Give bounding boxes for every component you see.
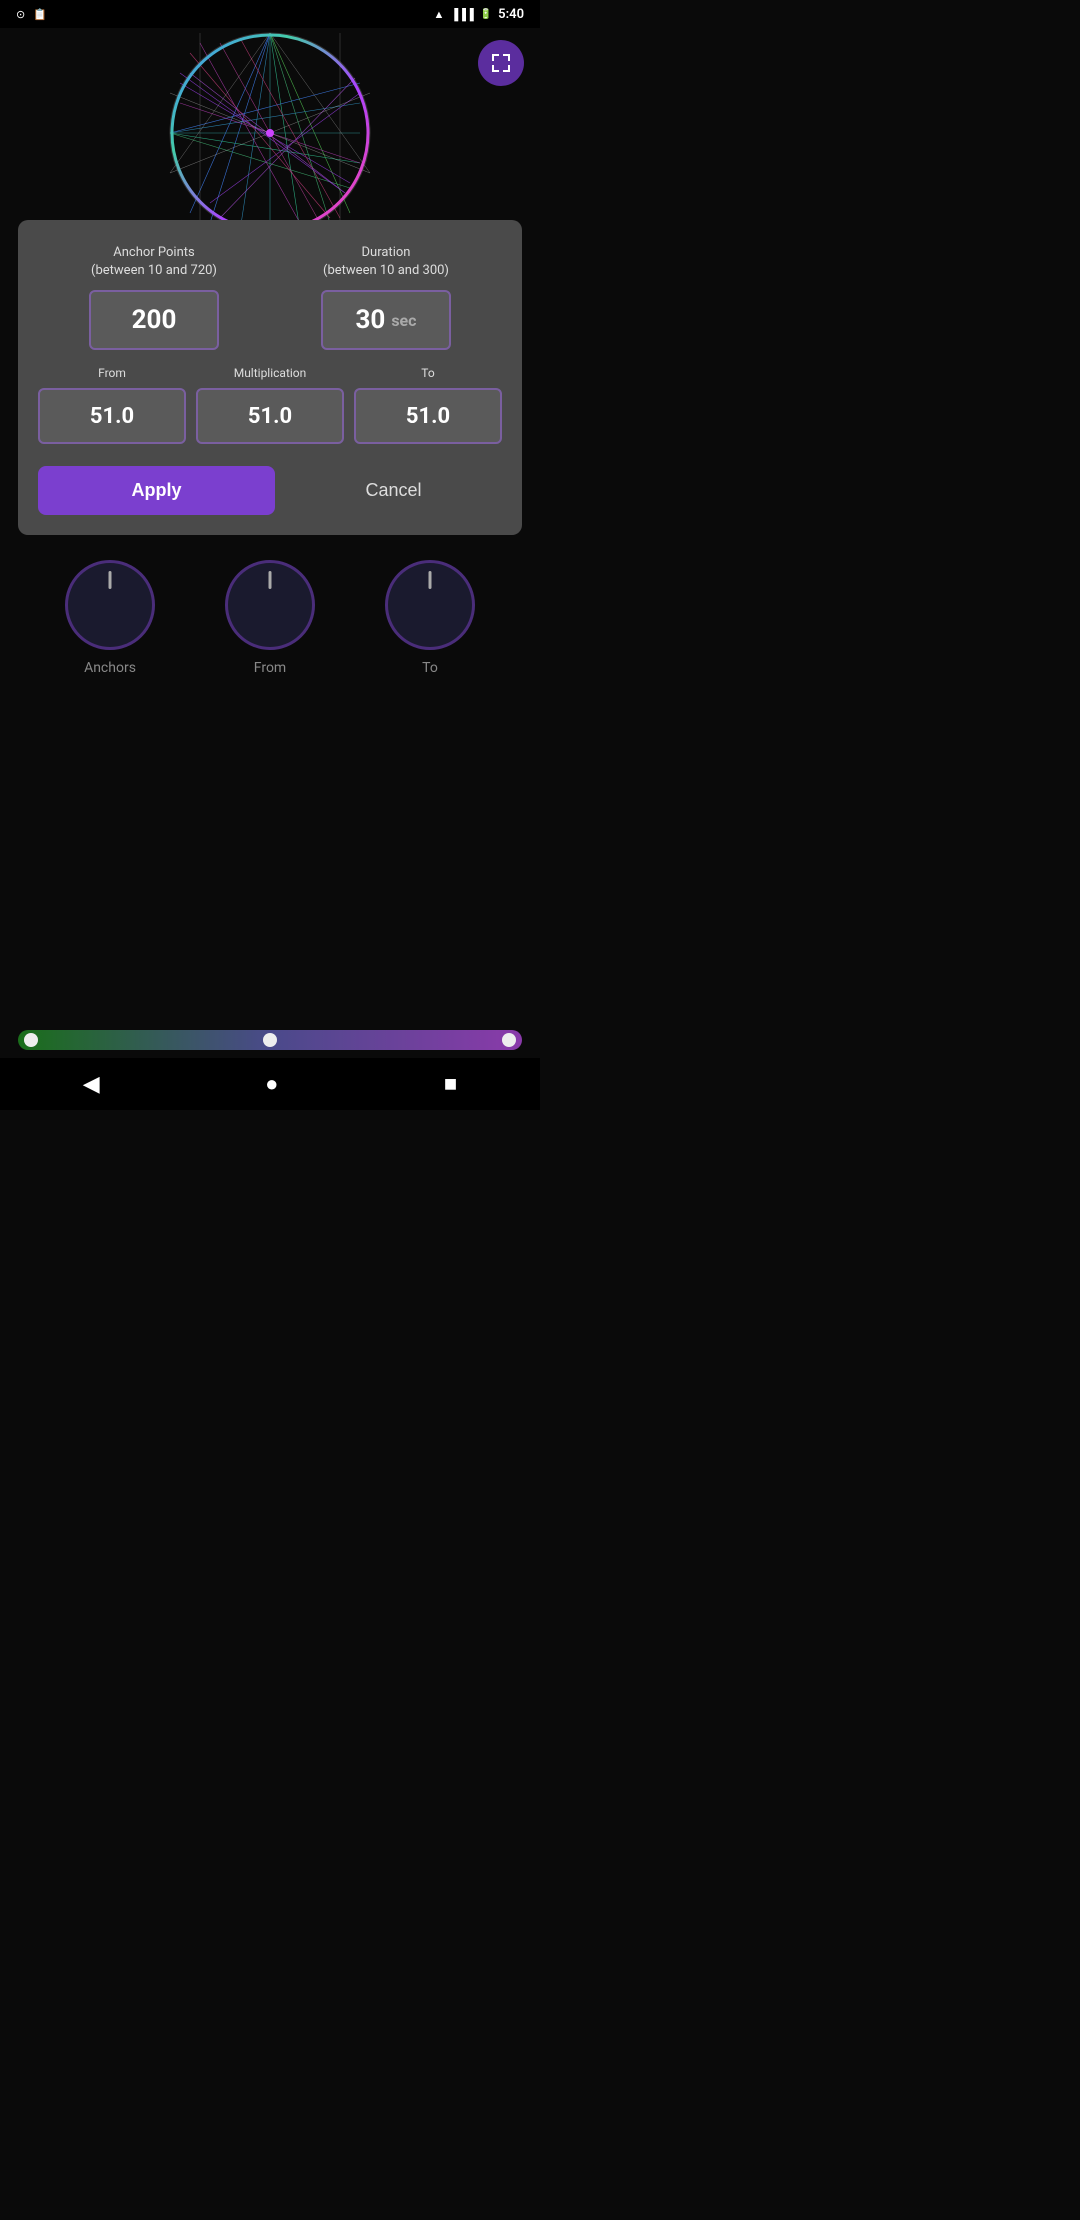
time-display: 5:40 — [498, 7, 524, 22]
multiplication-input[interactable]: 51.0 — [196, 388, 344, 444]
duration-label: Duration (between 10 and 300) — [323, 244, 449, 280]
battery-icon: 🔋 — [480, 9, 492, 20]
anchors-knob[interactable] — [65, 560, 155, 650]
knobs-area: Anchors From To — [0, 540, 540, 696]
wifi-icon: ▲ — [433, 8, 444, 21]
to-label: To — [421, 366, 434, 380]
anchor-points-section: Anchor Points (between 10 and 720) 200 — [38, 244, 270, 350]
anchors-knob-container: Anchors — [65, 560, 155, 676]
from-label: From — [98, 366, 126, 380]
to-section: To 51.0 — [354, 366, 502, 444]
from-knob-needle — [269, 571, 272, 589]
recent-button[interactable]: ■ — [424, 1063, 477, 1105]
to-knob-needle — [429, 571, 432, 589]
status-left: ⊙ 📋 — [16, 8, 47, 21]
slider-dot-left — [24, 1033, 38, 1047]
from-knob[interactable] — [225, 560, 315, 650]
expand-icon — [489, 51, 513, 75]
cancel-button[interactable]: Cancel — [285, 466, 502, 515]
modal-top-row: Anchor Points (between 10 and 720) 200 D… — [38, 244, 502, 350]
from-knob-label: From — [254, 660, 286, 676]
from-knob-container: From — [225, 560, 315, 676]
anchors-knob-label: Anchors — [84, 660, 136, 676]
visualization-area — [0, 28, 540, 238]
to-knob[interactable] — [385, 560, 475, 650]
to-knob-container: To — [385, 560, 475, 676]
home-button[interactable]: ● — [245, 1063, 298, 1105]
spirograph-visualization — [160, 28, 380, 238]
slider-dot-right — [502, 1033, 516, 1047]
anchor-points-input[interactable]: 200 — [89, 290, 219, 350]
back-button[interactable]: ◀ — [63, 1063, 120, 1105]
modal-buttons: Apply Cancel — [38, 466, 502, 515]
to-knob-label: To — [422, 660, 438, 676]
expand-button[interactable] — [478, 40, 524, 86]
apply-button[interactable]: Apply — [38, 466, 275, 515]
anchor-points-label: Anchor Points (between 10 and 720) — [91, 244, 217, 280]
status-icons: ▲ ▐▐▐ 🔋 5:40 — [433, 7, 524, 22]
signal-icon: ▐▐▐ — [450, 8, 473, 21]
to-input[interactable]: 51.0 — [354, 388, 502, 444]
duration-section: Duration (between 10 and 300) 30 sec — [270, 244, 502, 350]
multiplication-label: Multiplication — [234, 366, 307, 380]
from-section: From 51.0 — [38, 366, 186, 444]
slider-dot-mid — [263, 1033, 277, 1047]
duration-input[interactable]: 30 sec — [321, 290, 451, 350]
clipboard-icon: 📋 — [33, 8, 47, 21]
status-bar: ⊙ 📋 ▲ ▐▐▐ 🔋 5:40 — [0, 0, 540, 28]
settings-modal: Anchor Points (between 10 and 720) 200 D… — [18, 220, 522, 535]
notification-icon: ⊙ — [16, 8, 25, 21]
navigation-bar: ◀ ● ■ — [0, 1058, 540, 1110]
anchors-knob-needle — [109, 571, 112, 589]
multiplication-section: Multiplication 51.0 — [196, 366, 344, 444]
from-input[interactable]: 51.0 — [38, 388, 186, 444]
color-slider[interactable] — [18, 1030, 522, 1050]
modal-mid-row: From 51.0 Multiplication 51.0 To 51.0 — [38, 366, 502, 444]
